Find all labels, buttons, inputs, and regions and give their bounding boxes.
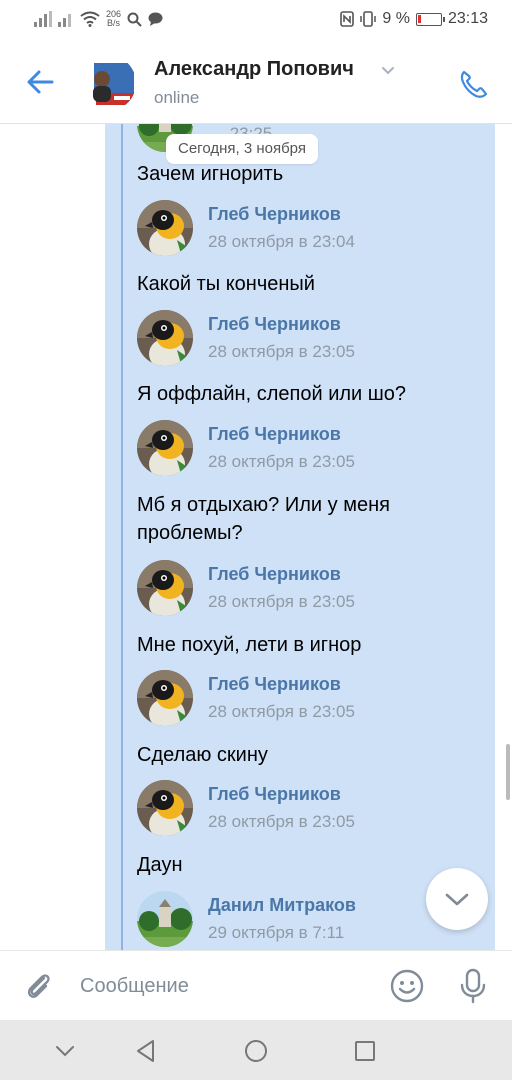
chevron-down-icon[interactable] [380,64,396,78]
status-left: 206 B/s [34,10,163,28]
contact-name[interactable]: Александр Попович [154,58,354,81]
message-time: 28 октября в 23:05 [208,342,355,361]
chat-screen: 206 B/s 9 % 23:13 Александр Попович onli… [0,0,512,1080]
battery-percent: 9 % [382,10,410,27]
message-time: 28 октября в 23:05 [208,702,355,721]
net-speed-unit: B/s [107,18,121,28]
message-header: Глеб Черников 28 октября в 23:05 [137,780,437,836]
chevron-down-icon [445,893,469,906]
vibrate-icon [360,11,377,27]
message-text: Зачем игнорить [137,163,284,185]
avatar[interactable] [137,780,193,836]
message-text: Я оффлайн, слепой или шо? [137,383,407,405]
message-text: Даун [137,854,183,876]
nfc-icon [340,11,355,27]
status-bar: 206 B/s 9 % 23:13 [0,0,512,42]
avatar[interactable] [137,420,193,476]
message-text: Мб я отдыхаю? Или у меня проблемы? [137,494,390,544]
author-name[interactable]: Глеб Черников [208,424,341,445]
scroll-down-button[interactable] [426,868,488,930]
message-header: Данил Митраков 29 октября в 7:11 [137,891,437,947]
avatar[interactable] [80,55,136,111]
phone-icon[interactable] [456,66,492,102]
smiley-icon[interactable] [389,968,425,1004]
chevron-down-icon[interactable] [52,1038,78,1064]
author-name[interactable]: Глеб Черников [208,564,341,585]
message-header: Глеб Черников 28 октября в 23:05 [137,310,437,366]
message-header: Глеб Черников 28 октября в 23:05 [137,670,437,726]
arrow-left-icon[interactable] [22,64,58,100]
contact-status: online [154,88,200,107]
message-composer [0,950,512,1020]
home-circle-icon[interactable] [243,1038,269,1064]
message-time: 28 октября в 23:05 [208,452,355,471]
author-name[interactable]: Глеб Черников [208,674,341,695]
avatar[interactable] [137,891,193,947]
avatar[interactable] [137,310,193,366]
wifi-icon [80,11,100,27]
search-icon [127,12,142,27]
avatar-image [80,55,136,111]
status-right: 9 % 23:13 [340,10,488,28]
message-input[interactable] [80,969,370,1003]
message-text: Сделаю скину [137,744,268,766]
avatar[interactable] [137,560,193,616]
avatar[interactable] [137,670,193,726]
chat-history[interactable]: … 23:25 Сегодня, 3 ноября Зачем игнорить… [0,124,512,950]
forward-line [121,124,123,950]
battery-icon [415,12,445,26]
message-time: 28 октября в 23:04 [208,232,355,251]
message-text: Какой ты конченый [137,273,315,295]
recents-square-icon[interactable] [352,1038,378,1064]
message-time: 28 октября в 23:05 [208,592,355,611]
chat-header: Александр Попович online [0,42,512,124]
message-time: 28 октября в 23:05 [208,812,355,831]
system-navigation-bar [0,1020,512,1080]
author-name[interactable]: Глеб Черников [208,784,341,805]
author-name[interactable]: Глеб Черников [208,204,341,225]
message-text: Мне похуй, лети в игнор [137,634,362,656]
scrollbar[interactable] [506,744,510,800]
message-header: Глеб Черников 28 октября в 23:05 [137,420,437,476]
clock: 23:13 [447,10,488,27]
back-triangle-icon[interactable] [133,1038,159,1064]
chat-bubble-icon [148,12,163,26]
message-header: Глеб Черников 28 октября в 23:04 [137,200,437,256]
message-header: Глеб Черников 28 октября в 23:05 [137,560,437,616]
signal-2-icon [58,14,71,27]
paperclip-icon[interactable] [22,969,56,1003]
author-name[interactable]: Данил Митраков [208,895,356,916]
microphone-icon[interactable] [455,967,491,1005]
message-time: 29 октября в 7:11 [208,923,345,942]
net-speed: 206 B/s [106,10,121,28]
author-name[interactable]: Глеб Черников [208,314,341,335]
avatar[interactable] [137,200,193,256]
signal-icon [34,11,52,27]
